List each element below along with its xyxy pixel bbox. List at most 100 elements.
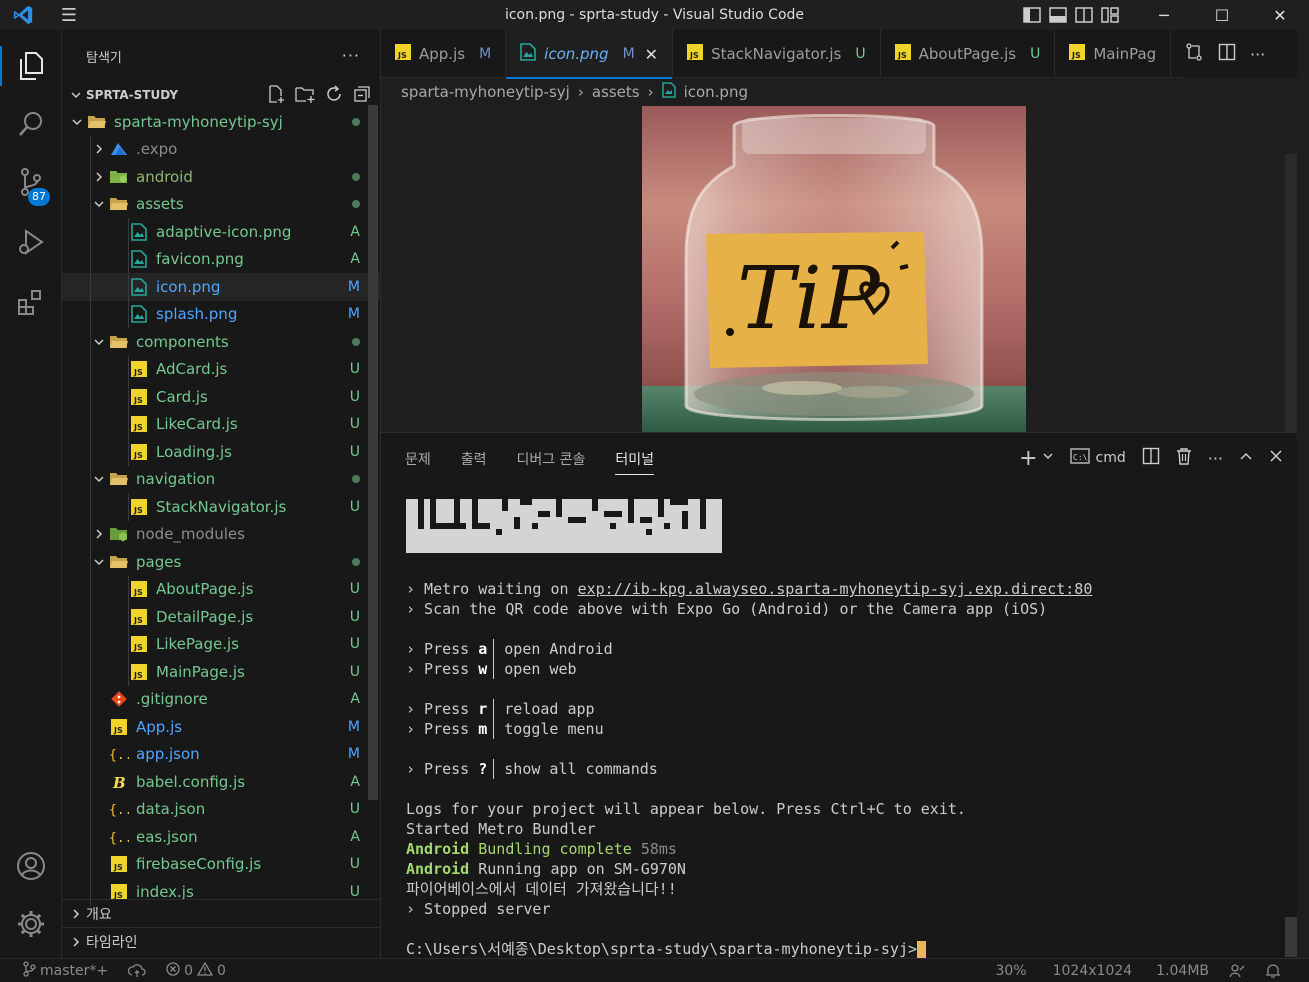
toggle-primary-sidebar-icon[interactable] (1019, 0, 1045, 30)
tree-item[interactable]: node_modules (62, 521, 380, 549)
tree-item[interactable]: assets (62, 191, 380, 219)
tab-problems[interactable]: 문제 (405, 445, 431, 473)
tree-item[interactable]: JS LikePage.js U (62, 631, 380, 659)
tree-item[interactable]: JS StackNavigator.js U (62, 493, 380, 521)
tab-terminal[interactable]: 터미널 (615, 445, 654, 475)
branch-indicator[interactable]: master*+ (0, 959, 118, 982)
tree-item[interactable]: pages (62, 548, 380, 576)
panel-more-icon[interactable]: ··· (1208, 449, 1223, 468)
split-editor-icon[interactable] (1218, 43, 1236, 65)
terminal-shell-selector[interactable]: C:\ cmd (1069, 448, 1126, 468)
tree-item[interactable]: JS AdCard.js U (62, 356, 380, 384)
tree-item[interactable]: Bbabel.config.js A (62, 768, 380, 796)
workspace-section-header[interactable]: SPRTA-STUDY (62, 82, 380, 108)
notifications-bell-icon[interactable] (1255, 959, 1309, 982)
close-tab-icon[interactable]: ✕ (645, 45, 658, 64)
sidebar-scrollbar[interactable] (368, 105, 378, 800)
terminal-output[interactable]: › Metro waiting on exp://ib-kpg.alwayseo… (406, 493, 1286, 959)
breadcrumb-assets[interactable]: assets (592, 83, 640, 101)
extensions-icon[interactable] (0, 274, 62, 330)
js-file-icon: JS (687, 44, 704, 64)
explorer-sidebar: 탐색기 ··· SPRTA-STUDY sparta-myhoneytip-sy… (62, 30, 381, 958)
hamburger-menu-icon[interactable]: ☰ (46, 0, 92, 30)
tree-item[interactable]: JS firebaseConfig.js U (62, 851, 380, 879)
git-status-badge: M (347, 278, 360, 295)
tree-item-label: LikeCard.js (156, 415, 238, 434)
tree-item[interactable]: {..} data.json U (62, 796, 380, 824)
new-file-icon[interactable] (266, 84, 286, 107)
tree-item[interactable]: JS DetailPage.js U (62, 603, 380, 631)
customize-layout-icon[interactable] (1097, 0, 1123, 30)
editor-scrollbar[interactable] (1285, 154, 1297, 432)
explorer-more-icon[interactable]: ··· (342, 46, 360, 65)
settings-gear-icon[interactable] (0, 896, 62, 952)
explorer-icon[interactable] (0, 38, 62, 94)
feedback-icon[interactable] (1219, 959, 1255, 982)
tree-item[interactable]: favicon.png A (62, 246, 380, 274)
problems-indicator[interactable]: 0 0 (156, 959, 236, 982)
trash-icon[interactable] (1176, 447, 1192, 469)
editor-tab[interactable]: JS StackNavigator.js U (673, 30, 881, 78)
search-icon[interactable] (0, 96, 62, 152)
tree-item-label: icon.png (156, 277, 221, 296)
panel-scrollbar[interactable] (1285, 917, 1297, 957)
svg-text:JS: JS (133, 423, 143, 432)
timeline-section[interactable]: 타임라인 (62, 927, 381, 955)
tree-item[interactable]: {..} eas.json A (62, 823, 380, 851)
tree-item[interactable]: JS AboutPage.js U (62, 576, 380, 604)
tree-item[interactable]: {..} app.json M (62, 741, 380, 769)
tree-item[interactable]: android (62, 163, 380, 191)
new-terminal-icon[interactable]: + (1019, 446, 1037, 471)
tree-item[interactable]: components (62, 328, 380, 356)
toggle-secondary-sidebar-icon[interactable] (1071, 0, 1097, 30)
open-changes-icon[interactable] (1184, 42, 1204, 66)
folder-icon (108, 140, 130, 158)
tree-item[interactable]: .gitignore A (62, 686, 380, 714)
tab-output[interactable]: 출력 (461, 445, 487, 473)
tree-item[interactable]: icon.png M (62, 273, 380, 301)
tree-item[interactable]: JS MainPage.js U (62, 658, 380, 686)
maximize-button[interactable]: ☐ (1193, 0, 1251, 30)
tree-item[interactable]: JS LikeCard.js U (62, 411, 380, 439)
command-prompt[interactable]: C:\Users\서예종\Desktop\sprta-study\sparta-… (406, 939, 1286, 959)
tree-item[interactable]: JS Loading.js U (62, 438, 380, 466)
js-icon: JS (128, 635, 150, 653)
tree-item[interactable]: navigation (62, 466, 380, 494)
tree-item[interactable]: JS App.js M (62, 713, 380, 741)
bottom-panel: 문제 출력 디버그 콘솔 터미널 + C:\ cmd ··· › Metro w… (381, 432, 1297, 959)
close-panel-icon[interactable] (1269, 449, 1283, 467)
breadcrumb-file[interactable]: icon.png (684, 83, 748, 101)
sync-icon[interactable] (118, 959, 156, 982)
chevron-right-icon (66, 936, 86, 948)
refresh-icon[interactable] (324, 84, 344, 107)
close-window-button[interactable]: ✕ (1251, 0, 1309, 30)
svg-text:JS: JS (897, 51, 907, 60)
tree-item[interactable]: splash.png M (62, 301, 380, 329)
new-folder-icon[interactable] (294, 84, 316, 107)
chevron-down-icon[interactable] (1042, 450, 1054, 466)
toggle-panel-icon[interactable] (1045, 0, 1071, 30)
editor-tab[interactable]: icon.png M ✕ (506, 30, 674, 79)
zoom-level[interactable]: 30% (985, 959, 1042, 982)
account-icon[interactable] (0, 838, 62, 894)
run-debug-icon[interactable] (0, 214, 62, 270)
tree-item-label: AdCard.js (156, 360, 228, 379)
tree-item-label: assets (136, 195, 184, 214)
breadcrumb-folder[interactable]: sparta-myhoneytip-syj (401, 83, 570, 101)
tree-item[interactable]: JS Card.js U (62, 383, 380, 411)
metro-url-link[interactable]: exp://ib-kpg.alwayseo.sparta-myhoneytip-… (578, 580, 1093, 598)
editor-tab[interactable]: JS App.js M (381, 30, 507, 78)
minimize-button[interactable]: ─ (1135, 0, 1193, 30)
tree-item[interactable]: sparta-myhoneytip-syj (62, 108, 380, 136)
editor-tab[interactable]: JS AboutPage.js U (881, 30, 1056, 78)
tab-debug-console[interactable]: 디버그 콘솔 (517, 445, 586, 473)
tree-item[interactable]: .expo (62, 136, 380, 164)
chevron-down-icon (68, 116, 86, 128)
split-terminal-icon[interactable] (1142, 447, 1160, 469)
editor-more-icon[interactable]: ··· (1250, 45, 1265, 64)
editor-tab[interactable]: JS MainPag (1055, 30, 1172, 78)
outline-section[interactable]: 개요 (62, 899, 381, 927)
tree-item[interactable]: adaptive-icon.png A (62, 218, 380, 246)
collapse-all-icon[interactable] (352, 84, 372, 107)
maximize-panel-icon[interactable] (1239, 449, 1253, 467)
